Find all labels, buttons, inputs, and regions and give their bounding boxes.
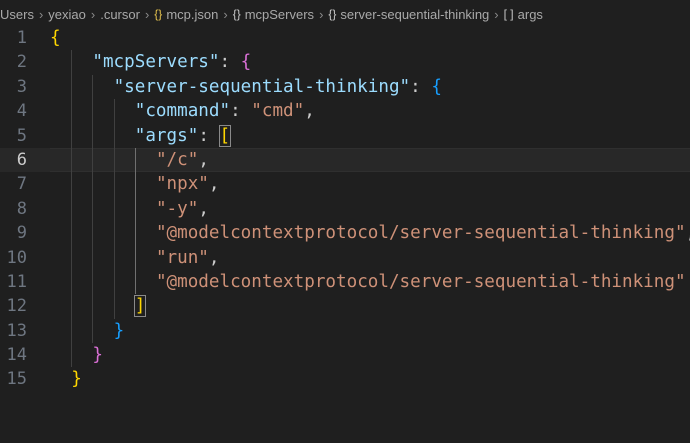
code-text: "mcpServers": {	[92, 52, 252, 73]
code-text: "/c",	[155, 149, 209, 170]
code-text: "@modelcontextprotocol/server-sequential…	[155, 223, 690, 244]
code-text: "args": [	[134, 124, 232, 147]
line-number: 11	[6, 271, 27, 292]
chevron-right-icon: ›	[494, 6, 499, 22]
breadcrumb-label: args	[517, 6, 543, 22]
breadcrumb-item-yexiao[interactable]: yexiao	[48, 7, 86, 22]
object-icon: {}	[232, 7, 241, 21]
code-text: "@modelcontextprotocol/server-sequential…	[155, 271, 686, 292]
code-text: "server-sequential-thinking": {	[113, 76, 442, 97]
code-line[interactable]: 2 "mcpServers": {	[0, 50, 690, 75]
code-text: {	[50, 28, 61, 48]
breadcrumb-item-cursor[interactable]: .cursor	[100, 7, 140, 22]
chevron-right-icon: ›	[38, 6, 44, 22]
code-editor[interactable]: Users › yexiao › .cursor › {} mcp.json ›…	[0, 0, 690, 443]
code-line[interactable]: 13 }	[0, 318, 690, 344]
breadcrumb-label: mcp.json	[166, 6, 219, 22]
line-number: 3	[16, 76, 27, 97]
line-number: 8	[16, 198, 27, 219]
line-number: 4	[16, 101, 27, 122]
code-text: }	[71, 369, 82, 390]
line-number: 10	[6, 247, 27, 268]
code-line[interactable]: 9 "@modelcontextprotocol/server-sequenti…	[0, 221, 690, 246]
chevron-right-icon: ›	[223, 6, 228, 22]
line-number: 14	[6, 345, 27, 366]
line-number: 5	[16, 125, 27, 146]
json-file-icon: {}	[154, 7, 163, 21]
line-number: 1	[16, 28, 27, 48]
line-number: 7	[16, 174, 27, 195]
breadcrumb-item-args[interactable]: [ ] args	[504, 7, 543, 22]
breadcrumb-label: server-sequential-thinking	[340, 6, 490, 22]
chevron-right-icon: ›	[319, 6, 324, 22]
code-line[interactable]: 15 }	[0, 367, 690, 391]
code-line[interactable]: 4 "command": "cmd",	[0, 99, 690, 124]
breadcrumb-item-mcp-json[interactable]: {} mcp.json	[154, 7, 218, 22]
breadcrumb-label: mcpServers	[244, 6, 315, 22]
chevron-right-icon: ›	[144, 6, 150, 22]
line-number: 6	[16, 149, 27, 170]
code-text: "run",	[155, 247, 220, 268]
breadcrumb-label: yexiao	[48, 6, 86, 22]
code-line[interactable]: 11 "@modelcontextprotocol/server-sequent…	[0, 269, 690, 295]
code-line[interactable]: 5 "args": [	[0, 123, 690, 148]
code-text: }	[113, 320, 125, 341]
code-line[interactable]: 7 "npx",	[0, 172, 690, 197]
array-icon: [ ]	[503, 7, 514, 21]
chevron-right-icon: ›	[90, 6, 96, 22]
breadcrumb-item-users[interactable]: Users	[0, 7, 34, 22]
code-text: "npx",	[155, 174, 220, 195]
code-text: }	[92, 345, 103, 366]
breadcrumb-label: .cursor	[100, 6, 140, 22]
breadcrumb-item-mcpservers[interactable]: {} mcpServers	[233, 7, 314, 22]
code-line[interactable]: 8 "-y",	[0, 196, 690, 222]
code-line[interactable]: 10 "run",	[0, 245, 690, 270]
line-number: 12	[6, 296, 27, 317]
line-number: 13	[6, 320, 27, 341]
code-text: "-y",	[155, 198, 209, 219]
code-line[interactable]: 12 ]	[0, 294, 690, 319]
code-text: ]	[133, 295, 147, 318]
line-number: 15	[6, 369, 27, 390]
code-text: "command": "cmd",	[134, 101, 315, 122]
object-icon: {}	[328, 7, 337, 21]
code-line[interactable]: 1{	[0, 26, 690, 50]
code-lines[interactable]: 1{2 "mcpServers": {3 "server-sequential-…	[0, 26, 690, 392]
code-line[interactable]: 14 }	[0, 343, 690, 368]
line-number: 2	[16, 52, 27, 73]
breadcrumb: Users › yexiao › .cursor › {} mcp.json ›…	[0, 0, 690, 28]
code-line[interactable]: 6 "/c",	[0, 147, 690, 173]
breadcrumb-label: Users	[0, 6, 34, 22]
breadcrumb-item-server-sequential-thinking[interactable]: {} server-sequential-thinking	[328, 7, 489, 22]
code-line[interactable]: 3 "server-sequential-thinking": {	[0, 74, 690, 100]
line-number: 9	[16, 223, 27, 244]
